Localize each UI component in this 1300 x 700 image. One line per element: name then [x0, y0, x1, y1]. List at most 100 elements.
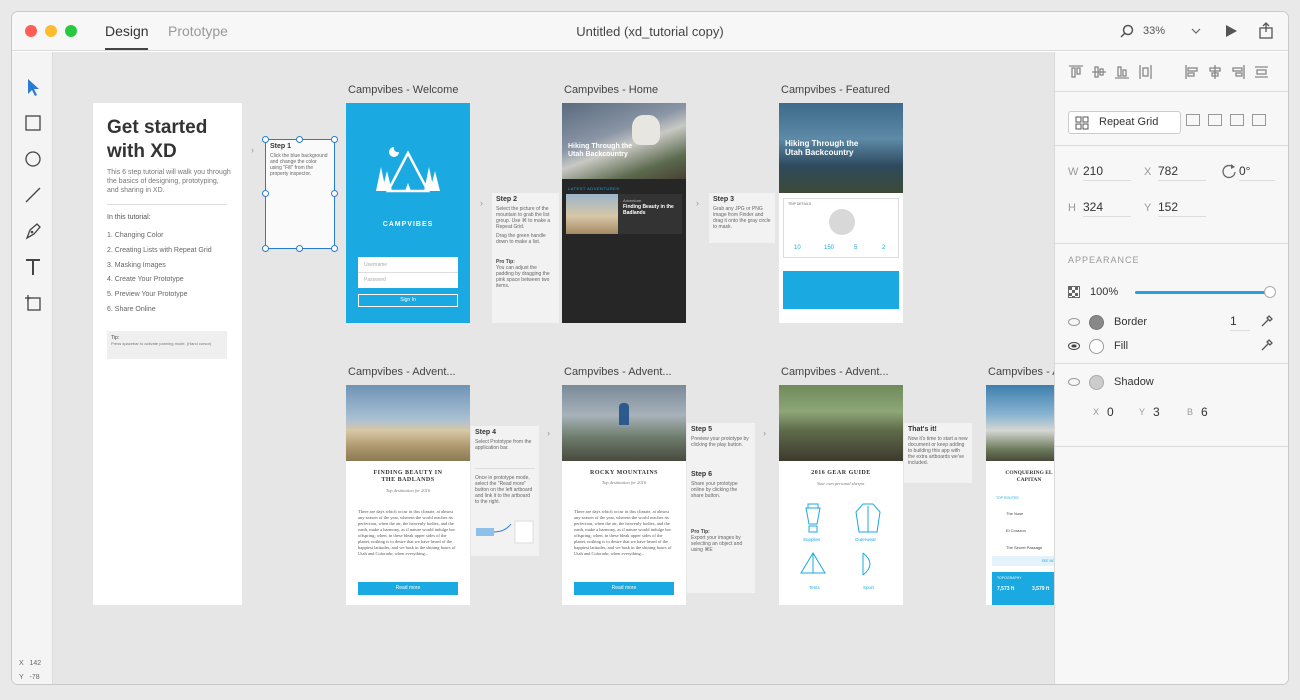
resize-handle[interactable] [331, 245, 338, 252]
artboard-title[interactable]: Campvibes - Advent... [348, 366, 456, 378]
document-title: Untitled (xd_tutorial copy) [576, 24, 724, 39]
rectangle-tool-icon[interactable] [23, 113, 43, 133]
artboard-title[interactable]: Campvibes - Featured [781, 84, 890, 96]
campvibes-logo [376, 147, 440, 193]
adventure-card[interactable]: Adventure Finding Beauty in the Badlands [566, 194, 682, 234]
step-3-card[interactable]: Step 3 Grab any JPG or PNG image from Fi… [709, 193, 775, 243]
border-width-field[interactable]: 1 [1230, 314, 1250, 331]
hiker-figure [619, 403, 629, 425]
latest-heading: LATEST ADVENTURES [568, 186, 620, 191]
artboard-adventure-2[interactable]: ROCKY MOUNTAINS Top destination for 2016… [562, 385, 686, 605]
resize-handle[interactable] [262, 136, 269, 143]
select-tool-icon[interactable] [23, 77, 43, 97]
shadow-visibility-eye-icon[interactable] [1068, 378, 1080, 386]
hero-image [986, 385, 1054, 461]
shadow-color-swatch[interactable] [1089, 375, 1104, 390]
step-2-title: Step 2 [496, 196, 518, 203]
selection-box [265, 139, 335, 249]
fill-color-swatch[interactable] [1089, 339, 1104, 354]
zoom-level[interactable]: 33% [1143, 25, 1165, 37]
read-more-button[interactable]: Read more [574, 582, 674, 595]
sign-in-button[interactable]: Sign In [358, 294, 458, 307]
brand-wordmark: CAMPVIBES [382, 221, 434, 228]
finish-card[interactable]: That's it! Now it's time to start a new … [904, 423, 972, 483]
border-color-swatch[interactable] [1089, 315, 1104, 330]
resize-handle[interactable] [296, 136, 303, 143]
share-illustration [691, 499, 751, 529]
eyedropper-icon[interactable] [1260, 338, 1274, 352]
artboard-adventure-1[interactable]: FINDING BEAUTY IN THE BADLANDS Top desti… [346, 385, 470, 605]
play-icon[interactable] [1224, 24, 1238, 38]
step-4-text-2: Once in prototype mode, select the "Read… [475, 475, 533, 505]
article-heading: ROCKY MOUNTAINS [589, 470, 658, 476]
artboard-title[interactable]: Campvibes - Welcome [348, 84, 458, 96]
artboard-featured[interactable]: Hiking Through the Utah Backcountry TRIP… [779, 103, 903, 323]
height-field[interactable]: 324 [1083, 200, 1131, 217]
text-tool-icon[interactable] [23, 257, 43, 277]
step-5-6-card[interactable]: Step 5 Preview your prototype by clickin… [687, 423, 755, 593]
step-5-text: Preview your prototype by clicking the p… [691, 436, 749, 448]
resize-handle[interactable] [331, 136, 338, 143]
boolean-add-icon[interactable] [1186, 114, 1200, 126]
shadow-x-field[interactable]: 0 [1107, 405, 1137, 421]
trip-stat: 5 [854, 245, 858, 251]
rotation-field[interactable]: 0° [1239, 164, 1275, 181]
step-2-card[interactable]: Step 2 Select the picture of the mountai… [492, 193, 559, 323]
artboard-title[interactable]: Campvibes - Advent... [781, 366, 889, 378]
username-field[interactable]: Username [364, 262, 387, 268]
shadow-blur-field[interactable]: 6 [1201, 405, 1231, 421]
fill-visibility-eye-icon[interactable] [1068, 342, 1080, 350]
search-icon[interactable] [1120, 24, 1134, 38]
line-tool-icon[interactable] [23, 185, 43, 205]
artboard-title[interactable]: Campvibes - Home [564, 84, 658, 96]
distribute-horizontal-icon [1255, 66, 1268, 78]
cursor-y-label: Y [19, 674, 24, 681]
eyedropper-icon[interactable] [1260, 314, 1274, 328]
artboard-adventure-4[interactable]: CONQUERING EL CAPITAN TOP ROUTES The Nos… [986, 385, 1054, 605]
read-more-button[interactable]: Read more [358, 582, 458, 595]
ellipse-tool-icon[interactable] [23, 149, 43, 169]
x-field[interactable]: 782 [1158, 164, 1206, 181]
share-icon[interactable] [1258, 22, 1274, 39]
mask-placeholder-circle[interactable] [829, 209, 855, 235]
canvas[interactable]: Get started with XD This 6 step tutorial… [53, 52, 1054, 684]
artboard-title[interactable]: Campvibes - Advent... [564, 366, 672, 378]
password-field[interactable]: Password [364, 277, 386, 283]
resize-handle[interactable] [262, 245, 269, 252]
fill-label: Fill [1114, 340, 1129, 352]
border-visibility-eye-icon[interactable] [1068, 318, 1080, 326]
resize-handle[interactable] [262, 190, 269, 197]
opacity-slider-thumb[interactable] [1264, 286, 1276, 298]
shadow-y-field[interactable]: 3 [1153, 405, 1183, 421]
artboard-adventure-3[interactable]: 2016 GEAR GUIDE Your own personal sherpa… [779, 385, 903, 605]
boolean-intersect-icon[interactable] [1230, 114, 1244, 126]
route-item[interactable]: El Corazon [1006, 528, 1026, 533]
artboard-home[interactable]: Hiking Through the Utah Backcountry LATE… [562, 103, 686, 323]
artboard-tool-icon[interactable] [23, 293, 43, 313]
boolean-exclude-icon[interactable] [1252, 114, 1266, 126]
login-fields: Username Password [358, 257, 458, 288]
artboard-intro[interactable]: Get started with XD This 6 step tutorial… [93, 103, 242, 605]
flow-arrow: › [547, 428, 550, 438]
artboard-welcome[interactable]: CAMPVIBES Username Password Sign In [346, 103, 470, 323]
step-4-card[interactable]: Step 4 Select Prototype from the applica… [471, 426, 539, 556]
boolean-subtract-icon[interactable] [1208, 114, 1222, 126]
opacity-value[interactable]: 100% [1090, 286, 1118, 298]
artboard-title[interactable]: Campvibes - A [988, 366, 1054, 378]
elevation-value: 3,579 ft [1032, 586, 1050, 592]
route-item[interactable]: The Secret Passage [1006, 545, 1042, 550]
width-field[interactable]: 210 [1083, 164, 1131, 181]
chevron-down-icon[interactable] [1191, 28, 1201, 34]
divider [1055, 363, 1288, 364]
pen-tool-icon[interactable] [23, 221, 43, 241]
appearance-heading: APPEARANCE [1068, 255, 1140, 265]
opacity-slider-track[interactable] [1135, 286, 1276, 298]
border-label: Border [1114, 316, 1148, 328]
see-more-link[interactable]: SEE MORE [992, 556, 1054, 566]
resize-handle[interactable] [296, 245, 303, 252]
card-image [566, 194, 618, 234]
resize-handle[interactable] [331, 190, 338, 197]
y-field[interactable]: 152 [1158, 200, 1206, 217]
article-body: There are days which occur in this clima… [358, 509, 456, 556]
route-item[interactable]: The Nose [1006, 511, 1023, 516]
